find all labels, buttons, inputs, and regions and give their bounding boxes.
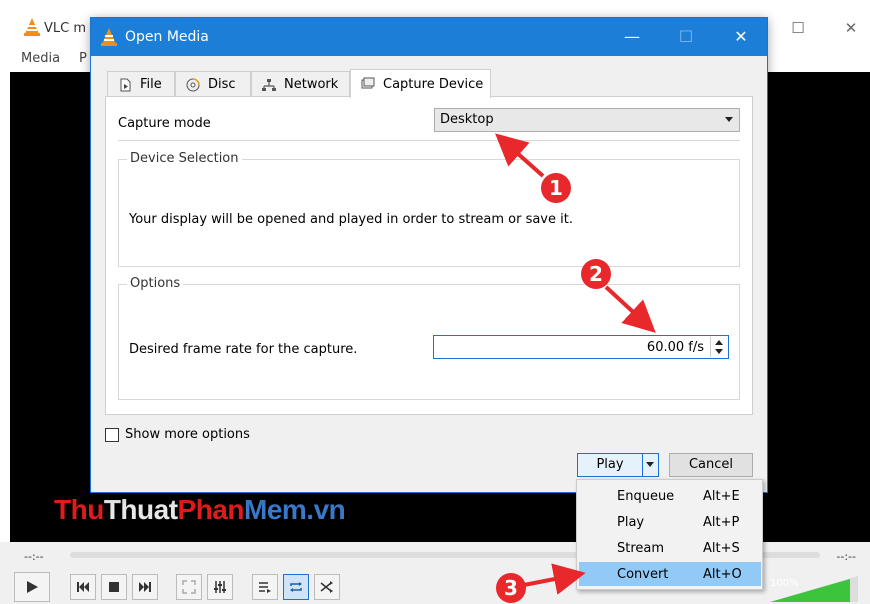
annotation-badge-3: 3 xyxy=(496,573,526,603)
vlc-menu-playback[interactable]: P xyxy=(79,51,87,66)
equalizer-icon xyxy=(214,581,226,593)
open-media-dialog: Open Media — ☐ ✕ File Disc Network Captu… xyxy=(90,17,768,493)
menu-item-stream[interactable]: Stream Alt+S xyxy=(579,536,761,560)
spin-buttons[interactable] xyxy=(710,337,727,357)
frame-rate-label: Desired frame rate for the capture. xyxy=(129,342,358,357)
vlc-maximize-button[interactable]: ☐ xyxy=(785,18,811,38)
fullscreen-icon xyxy=(182,580,196,594)
watermark-part2: Thuat xyxy=(103,494,178,525)
stop-button[interactable] xyxy=(101,574,127,600)
show-more-options[interactable]: Show more options xyxy=(105,427,250,442)
menu-item-convert[interactable]: Convert Alt+O xyxy=(579,562,761,586)
menu-item-label: Convert xyxy=(617,567,669,582)
tab-disc-label: Disc xyxy=(208,77,236,92)
play-dropdown-menu: Enqueue Alt+E Play Alt+P Stream Alt+S Co… xyxy=(576,479,763,590)
watermark-part1: Thu xyxy=(54,494,104,525)
next-icon xyxy=(139,582,151,592)
menu-item-shortcut: Alt+O xyxy=(703,567,742,582)
elapsed-time: --:-- xyxy=(24,550,44,563)
capture-device-icon xyxy=(361,77,375,89)
fullscreen-button[interactable] xyxy=(176,574,202,600)
minimize-button[interactable]: — xyxy=(619,26,645,48)
dialog-title: Open Media xyxy=(125,29,209,45)
tab-network-label: Network xyxy=(284,77,339,92)
vlc-menu-media[interactable]: Media xyxy=(21,51,60,66)
playlist-button[interactable] xyxy=(252,574,278,600)
tab-capture-device-label: Capture Device xyxy=(383,76,484,92)
vlc-cone-icon xyxy=(101,28,117,46)
vlc-cone-icon xyxy=(24,18,40,36)
tab-strip: File Disc Network Capture Device xyxy=(107,69,767,98)
frame-rate-spinbox[interactable]: 60.00 f/s xyxy=(433,335,729,359)
capture-mode-value: Desktop xyxy=(440,112,494,127)
menu-item-label: Enqueue xyxy=(617,489,675,504)
file-icon xyxy=(120,78,131,91)
previous-button[interactable] xyxy=(70,574,96,600)
tab-disc[interactable]: Disc xyxy=(175,71,251,97)
extended-settings-button[interactable] xyxy=(207,574,233,600)
menu-item-play[interactable]: Play Alt+P xyxy=(579,510,761,534)
close-button[interactable]: ✕ xyxy=(728,26,754,48)
frame-rate-value: 60.00 f/s xyxy=(646,340,704,355)
stop-icon xyxy=(109,582,119,592)
play-icon xyxy=(27,581,38,593)
loop-button[interactable] xyxy=(283,574,309,600)
tab-capture-device[interactable]: Capture Device xyxy=(350,69,491,98)
options-title: Options xyxy=(127,276,184,291)
capture-device-panel: Capture mode Desktop Device Selection Yo… xyxy=(105,96,753,415)
total-time: --:-- xyxy=(836,550,856,563)
shuffle-button[interactable] xyxy=(314,574,340,600)
spin-up-icon[interactable] xyxy=(715,340,723,345)
show-more-checkbox[interactable] xyxy=(105,427,119,442)
play-button[interactable] xyxy=(14,572,50,602)
chevron-down-icon xyxy=(646,462,654,467)
disc-icon xyxy=(186,77,200,91)
menu-item-label: Play xyxy=(617,515,645,530)
tab-file-label: File xyxy=(140,77,162,92)
show-more-label: Show more options xyxy=(125,427,250,442)
options-group: Options Desired frame rate for the captu… xyxy=(118,276,740,400)
device-selection-group: Device Selection Your display will be op… xyxy=(118,151,740,267)
maximize-button[interactable]: ☐ xyxy=(673,26,699,48)
annotation-badge-1: 1 xyxy=(541,173,571,203)
device-selection-text: Your display will be opened and played i… xyxy=(129,212,573,227)
play-button[interactable]: Play xyxy=(578,454,642,476)
playlist-icon xyxy=(259,582,271,593)
separator xyxy=(118,140,740,141)
watermark: ThuThuatPhanMem.vn xyxy=(54,494,346,526)
next-button[interactable] xyxy=(132,574,158,600)
spin-down-icon[interactable] xyxy=(715,349,723,354)
shuffle-icon xyxy=(320,581,333,593)
menu-item-shortcut: Alt+S xyxy=(703,541,740,556)
previous-icon xyxy=(77,582,89,592)
play-split-button: Play xyxy=(577,453,659,477)
tab-network[interactable]: Network xyxy=(251,71,350,97)
dialog-titlebar: Open Media — ☐ ✕ xyxy=(91,18,767,56)
chevron-down-icon xyxy=(725,117,733,122)
play-dropdown-button[interactable] xyxy=(642,454,658,476)
loop-icon xyxy=(290,582,302,592)
annotation-badge-2: 2 xyxy=(581,259,611,289)
vlc-window-title: VLC m xyxy=(44,21,87,36)
menu-item-shortcut: Alt+E xyxy=(703,489,740,504)
volume-level: 100% xyxy=(770,578,799,589)
vlc-close-button[interactable]: ✕ xyxy=(838,18,864,38)
tab-file[interactable]: File xyxy=(107,71,175,97)
menu-item-label: Stream xyxy=(617,541,665,556)
watermark-part3: Phan xyxy=(177,494,245,525)
watermark-part4: Mem.vn xyxy=(244,494,346,525)
capture-mode-select[interactable]: Desktop xyxy=(434,108,740,132)
capture-mode-label: Capture mode xyxy=(118,116,211,131)
network-icon xyxy=(262,78,276,91)
menu-item-shortcut: Alt+P xyxy=(703,515,740,530)
menu-item-enqueue[interactable]: Enqueue Alt+E xyxy=(579,484,761,508)
device-selection-title: Device Selection xyxy=(127,151,242,166)
cancel-button[interactable]: Cancel xyxy=(669,453,753,477)
